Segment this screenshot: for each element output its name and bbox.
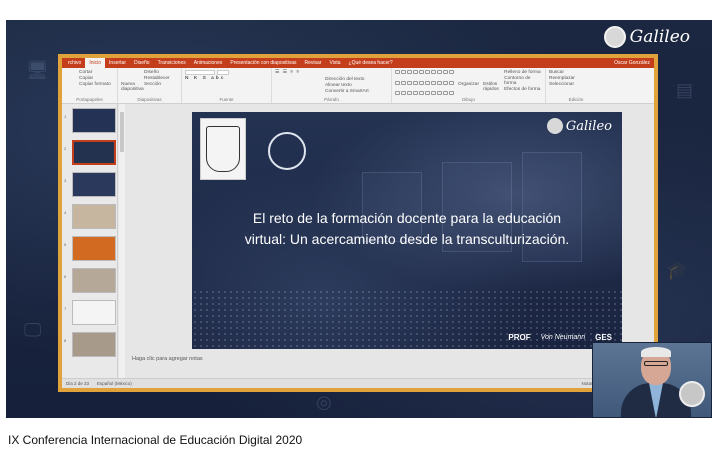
slide-logo-text: Galileo xyxy=(565,118,612,134)
select-button[interactable]: Seleccionar xyxy=(549,82,603,87)
list-buttons[interactable]: ☰ ☰ ≡ ≡ xyxy=(275,70,388,75)
editing-group: Buscar Reemplazar Seleccionar Edición xyxy=(546,68,606,103)
group-label: Edición xyxy=(568,97,584,102)
tab-design[interactable]: Diseño xyxy=(130,60,154,66)
slides-group: Nueva diapositiva Diseño Restablecer Sec… xyxy=(118,68,182,103)
shape-fill-button[interactable]: Relleno de forma xyxy=(504,70,542,75)
group-label: Fuente xyxy=(219,97,234,102)
university-crest xyxy=(200,118,246,180)
ribbon-tabs: rchivo Inicio Insertar Diseño Transicion… xyxy=(62,58,654,68)
cut-button[interactable]: Cortar xyxy=(79,70,114,75)
slide-thumbnail[interactable] xyxy=(72,140,116,165)
tab-review[interactable]: Revisar xyxy=(301,60,326,66)
clipboard-group: Cortar Copiar Copiar formato Portapapele… xyxy=(62,68,118,103)
video-title: IX Conferencia Internacional de Educació… xyxy=(8,433,303,447)
paragraph-group: ☰ ☰ ≡ ≡ Dirección del texto Alinear text… xyxy=(272,68,392,103)
notes-placeholder[interactable]: Haga clic para agregar notas xyxy=(132,356,203,362)
format-painter-button[interactable]: Copiar formato xyxy=(79,82,114,87)
tab-insert[interactable]: Insertar xyxy=(105,60,130,66)
drawing-group: Organizar Estilos rápidos Relleno de for… xyxy=(392,68,546,103)
font-name-input[interactable] xyxy=(185,70,215,75)
slide-title: El reto de la formación docente para la … xyxy=(244,210,570,247)
tab-transitions[interactable]: Transiciones xyxy=(154,60,190,66)
work-area: 1 2 3 4 5 6 7 8 Galileo El reto de la fo… xyxy=(62,104,654,378)
tab-file[interactable]: rchivo xyxy=(64,60,85,66)
group-label: Portapapeles xyxy=(76,97,103,102)
globe-icon: ◎ xyxy=(316,392,332,412)
tab-home[interactable]: Inicio xyxy=(85,58,106,68)
current-slide[interactable]: Galileo El reto de la formación docente … xyxy=(192,112,622,349)
slide-thumbnail[interactable] xyxy=(72,108,116,133)
font-style-buttons[interactable]: N K S abc xyxy=(185,76,268,81)
slide-thumbnail[interactable] xyxy=(72,332,116,357)
tell-me-search[interactable]: ¿Qué desea hacer? xyxy=(345,60,397,66)
speaker-webcam xyxy=(592,342,712,418)
status-bar: Dia 2 de 33 Español (México) Notas Comen… xyxy=(62,378,654,388)
thumb-number: 7 xyxy=(64,306,67,311)
user-name[interactable]: Oscar González xyxy=(610,60,654,66)
sponsor-logos: PROF Von Neumann GES xyxy=(508,333,612,342)
thumb-number: 5 xyxy=(64,242,67,247)
copy-button[interactable]: Copiar xyxy=(79,76,114,81)
channel-logo-text: Galileo xyxy=(629,27,690,47)
computer-icon: 🖥 xyxy=(26,60,49,80)
thumb-number: 3 xyxy=(64,178,67,183)
channel-logo: Galileo xyxy=(603,26,690,48)
ribbon-body: Cortar Copiar Copiar formato Portapapele… xyxy=(62,68,654,104)
video-player[interactable]: 🖥 🖵 🎓 ◎ ▤ Galileo rchivo Inicio Insertar… xyxy=(6,20,712,418)
seal-icon xyxy=(603,26,626,48)
reset-button[interactable]: Restablecer xyxy=(144,76,170,81)
group-label: Dibujo xyxy=(462,97,475,102)
sponsor-prof: PROF xyxy=(508,333,531,342)
thumbnails-scrollbar[interactable] xyxy=(119,104,125,378)
font-size-input[interactable] xyxy=(217,70,229,75)
emblem-icon xyxy=(679,381,705,407)
monitor-icon: 🖵 xyxy=(24,320,42,340)
text-direction-button[interactable]: Dirección del texto xyxy=(325,77,388,82)
sponsor-von-neumann: Von Neumann xyxy=(540,334,586,341)
institute-crest xyxy=(264,122,310,180)
book-icon: ▤ xyxy=(676,80,694,100)
powerpoint-window: rchivo Inicio Insertar Diseño Transicion… xyxy=(58,54,658,392)
sponsor-ges: GES xyxy=(595,333,612,342)
speaker-glasses xyxy=(644,361,668,366)
layout-button[interactable]: Diseño xyxy=(144,70,170,75)
slide-count: Dia 2 de 33 xyxy=(66,381,90,386)
replace-button[interactable]: Reemplazar xyxy=(549,76,603,81)
convert-smartart-button[interactable]: Convertir a SmartArt xyxy=(325,89,388,94)
page: 🖥 🖵 🎓 ◎ ▤ Galileo rchivo Inicio Insertar… xyxy=(0,0,728,450)
thumb-number: 4 xyxy=(64,210,67,215)
align-text-button[interactable]: Alinear texto xyxy=(325,83,388,88)
tab-slideshow[interactable]: Presentación con diapositivas xyxy=(226,60,300,66)
group-label: Diapositivas xyxy=(137,97,162,102)
graduation-icon: 🎓 xyxy=(666,260,689,280)
thumb-number: 2 xyxy=(64,146,67,151)
thumb-number: 1 xyxy=(64,114,67,119)
speaker-hair xyxy=(641,347,671,357)
thumb-number: 8 xyxy=(64,338,67,343)
thumb-number: 6 xyxy=(64,274,67,279)
slide-thumbnail[interactable] xyxy=(72,236,116,261)
slide-logo: Galileo xyxy=(546,118,612,134)
slide-thumbnails-pane: 1 2 3 4 5 6 7 8 xyxy=(62,104,118,378)
shape-effects-button[interactable]: Efectos de forma xyxy=(504,87,542,92)
slide-thumbnail[interactable] xyxy=(72,300,116,325)
tab-animations[interactable]: Animaciones xyxy=(190,60,227,66)
shape-outline-button[interactable]: Contorno de forma xyxy=(504,76,542,86)
language[interactable]: Español (México) xyxy=(97,381,132,386)
section-button[interactable]: Sección xyxy=(144,82,170,87)
tab-view[interactable]: Vista xyxy=(325,60,344,66)
slide-thumbnail[interactable] xyxy=(72,172,116,197)
font-group: N K S abc Fuente xyxy=(182,68,272,103)
seal-icon xyxy=(546,118,563,134)
find-button[interactable]: Buscar xyxy=(549,70,603,75)
group-label: Párrafo xyxy=(324,97,339,102)
slide-thumbnail[interactable] xyxy=(72,204,116,229)
slide-thumbnail[interactable] xyxy=(72,268,116,293)
